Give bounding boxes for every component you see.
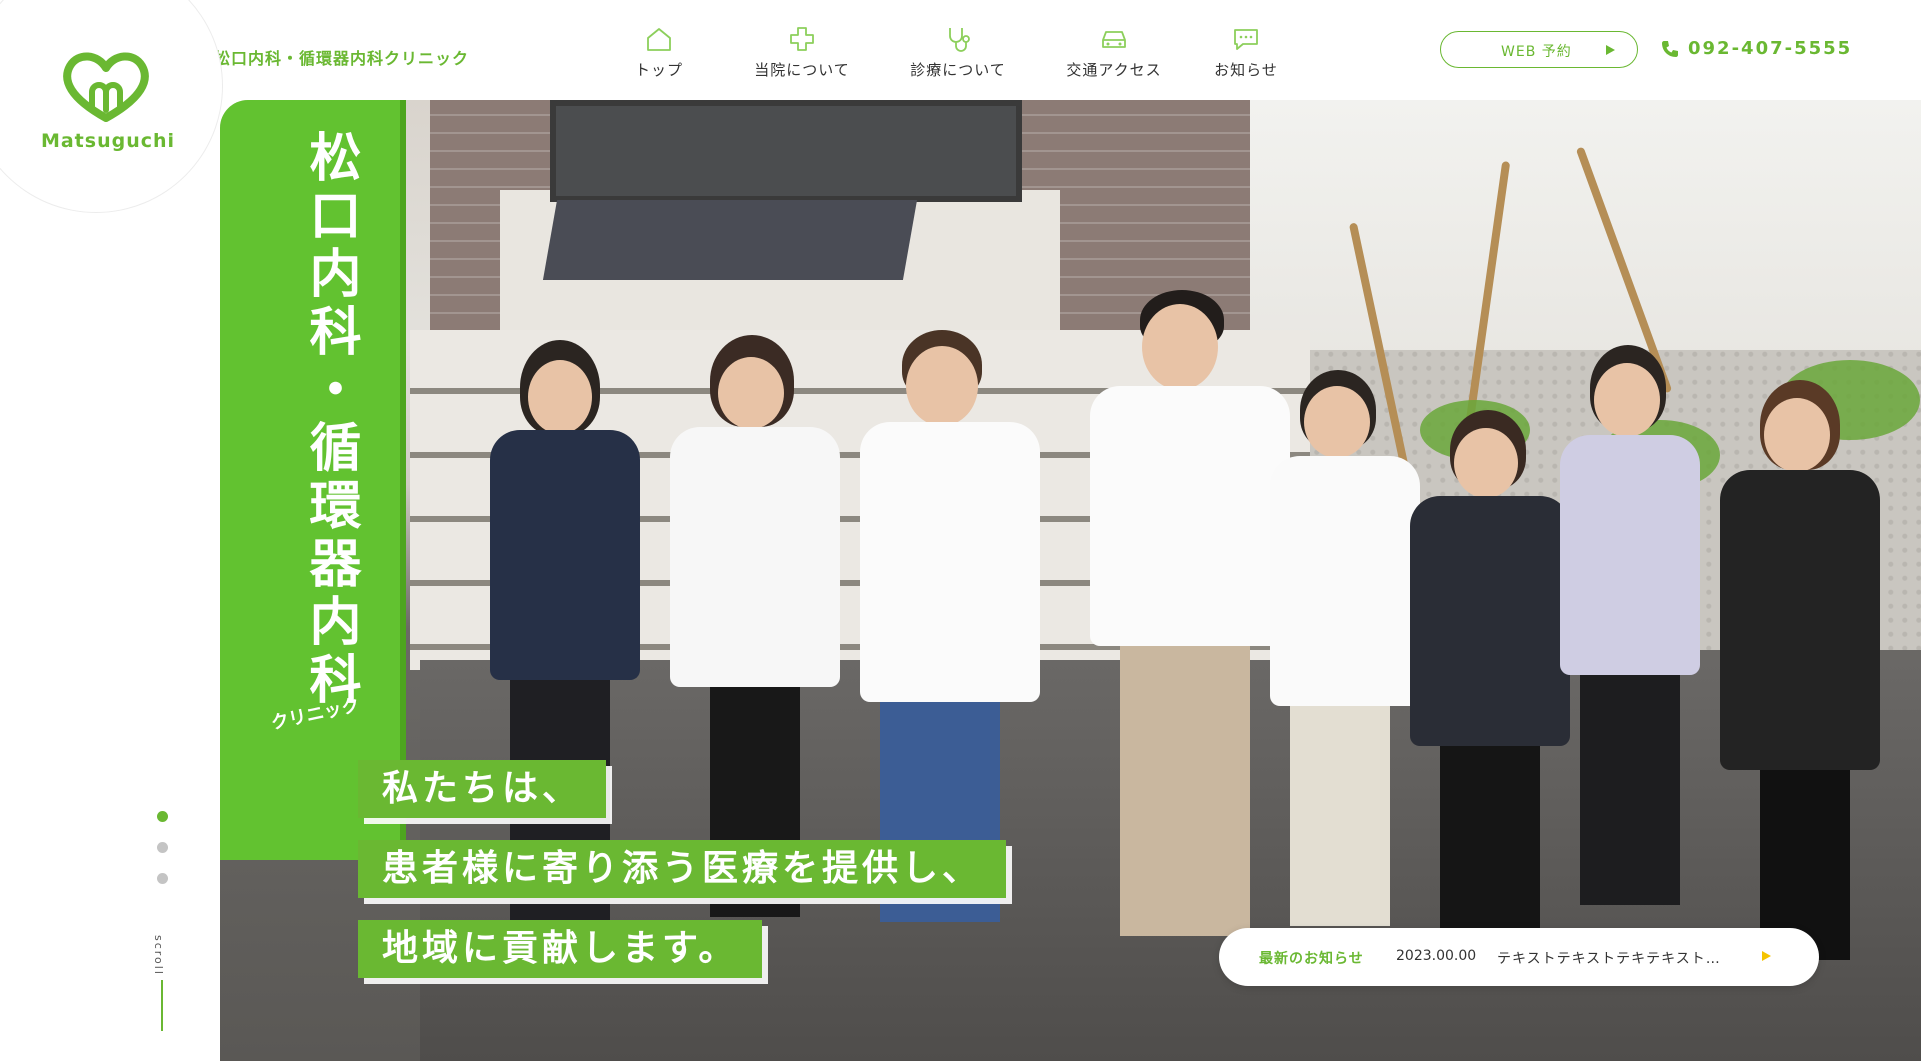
news-title: テキストテキストテキテキスト… — [1497, 951, 1721, 967]
home-icon — [647, 28, 671, 51]
tagline-line-2: 患者様に寄り添う医療を提供し、 — [358, 840, 1007, 898]
clinic-name: 松口内科・循環器内科クリニック — [214, 49, 470, 68]
nav-label: トップ — [634, 61, 683, 79]
news-date: 2023.00.00 — [1396, 948, 1477, 964]
nav-item-news[interactable]: お知らせ — [1196, 22, 1296, 82]
nav-item-treatment[interactable]: 診療について — [884, 22, 1032, 82]
slider-dot[interactable] — [157, 873, 168, 884]
phone-link[interactable]: 092-407-5555 — [1660, 38, 1852, 59]
nav-item-top[interactable]: トップ — [614, 22, 704, 82]
chat-bubble-icon — [1234, 29, 1258, 50]
logo[interactable]: Matsuguchi — [0, 0, 222, 212]
web-reservation-label: WEB 予約 — [1501, 44, 1572, 60]
slider-dot[interactable] — [157, 811, 168, 822]
hero-image: 松口内科・循環器内科 クリニック — [220, 100, 1921, 1061]
logo-mark-icon — [63, 52, 149, 122]
sign-text: 松口内科・循環器内科 — [300, 130, 360, 710]
stethoscope-icon — [949, 28, 970, 52]
phone-icon — [1662, 40, 1678, 57]
web-reservation-button[interactable]: WEB 予約 — [1440, 31, 1638, 68]
slider-pagination — [157, 811, 168, 904]
arrow-right-icon — [1762, 951, 1771, 961]
car-icon — [1102, 31, 1126, 48]
nav-item-access[interactable]: 交通アクセス — [1040, 22, 1188, 82]
nav-label: お知らせ — [1214, 61, 1278, 79]
logo-text: Matsuguchi — [40, 130, 176, 152]
arrow-right-icon — [1606, 45, 1615, 55]
phone-number: 092-407-5555 — [1688, 38, 1853, 59]
nav-item-about[interactable]: 当院について — [728, 22, 876, 82]
tagline-line-3: 地域に貢献します。 — [358, 920, 763, 978]
clinic-sign: 松口内科・循環器内科 クリニック — [220, 100, 406, 860]
main-nav: トップ 当院について 診療について 交通アクセス お知らせ — [614, 22, 1296, 82]
door-mat — [542, 200, 918, 280]
cross-icon — [790, 27, 814, 51]
nav-label: 当院について — [754, 61, 850, 79]
news-label: 最新のお知らせ — [1259, 951, 1364, 967]
latest-news-bar[interactable]: 最新のお知らせ 2023.00.00 テキストテキストテキテキスト… — [1219, 928, 1819, 986]
scroll-indicator-line — [161, 980, 163, 1031]
scroll-indicator-label: scroll — [152, 935, 165, 976]
nav-label: 交通アクセス — [1066, 61, 1162, 79]
slider-dot[interactable] — [157, 842, 168, 853]
tagline-line-1: 私たちは、 — [358, 760, 607, 818]
nav-label: 診療について — [910, 61, 1006, 79]
entrance-door — [550, 100, 1022, 202]
